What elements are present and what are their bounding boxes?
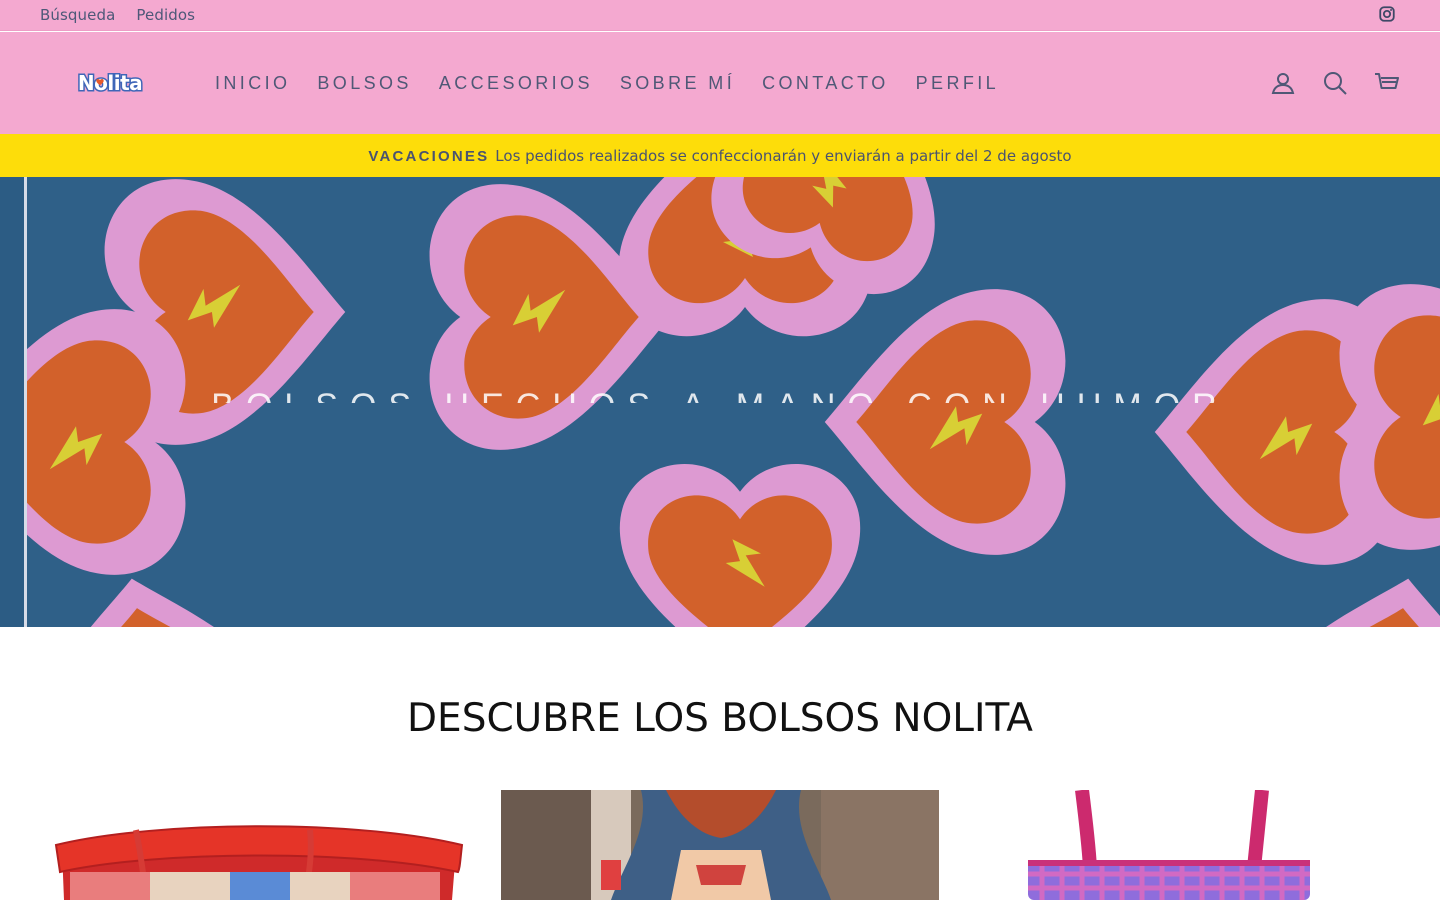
product-grid	[40, 790, 1400, 900]
hero-title: BOLSOS HECHOS A MANO CON HUMOR	[0, 387, 1440, 403]
header-icons	[1270, 70, 1400, 96]
utility-bar: Búsqueda Pedidos	[0, 0, 1440, 31]
nav-item-contacto[interactable]: CONTACTO	[762, 73, 889, 94]
svg-text:Nolita: Nolita	[78, 71, 142, 95]
announcement-text: Los pedidos realizados se confeccionarán…	[495, 146, 1072, 165]
nav-item-perfil[interactable]: PERFIL	[916, 73, 999, 94]
nav-item-sobre-mi[interactable]: SOBRE MÍ	[620, 73, 735, 94]
product-image	[40, 790, 478, 900]
product-image	[962, 790, 1400, 900]
hero-banner[interactable]: BOLSOS HECHOS A MANO CON HUMOR	[0, 177, 1440, 627]
search-icon[interactable]	[1322, 70, 1348, 96]
cart-icon[interactable]	[1374, 70, 1400, 96]
nav-item-accesorios[interactable]: ACCESORIOS	[439, 73, 593, 94]
instagram-icon[interactable]	[1378, 5, 1396, 23]
nolita-logo[interactable]: Nolita	[74, 70, 146, 96]
account-icon[interactable]	[1270, 70, 1296, 96]
orders-link[interactable]: Pedidos	[136, 6, 195, 24]
product-card[interactable]	[962, 790, 1400, 900]
product-card[interactable]	[501, 790, 939, 900]
announcement-bar[interactable]: VACACIONES Los pedidos realizados se conf…	[0, 134, 1440, 177]
announcement-content: VACACIONES Los pedidos realizados se conf…	[368, 147, 1071, 165]
product-card[interactable]	[40, 790, 478, 900]
utility-links: Búsqueda Pedidos	[40, 6, 195, 24]
section-title: DESCUBRE LOS BOLSOS NOLITA	[407, 696, 1033, 741]
nav-item-bolsos[interactable]: BOLSOS	[317, 73, 411, 94]
main-nav: INICIO BOLSOS ACCESORIOS SOBRE MÍ CONTAC…	[215, 73, 1026, 94]
search-link[interactable]: Búsqueda	[40, 6, 115, 24]
nav-item-inicio[interactable]: INICIO	[215, 73, 290, 94]
site-header: Nolita INICIO BOLSOS ACCESORIOS SOBRE MÍ…	[0, 32, 1440, 134]
announcement-heading: VACACIONES	[368, 147, 490, 165]
product-image	[501, 790, 939, 900]
